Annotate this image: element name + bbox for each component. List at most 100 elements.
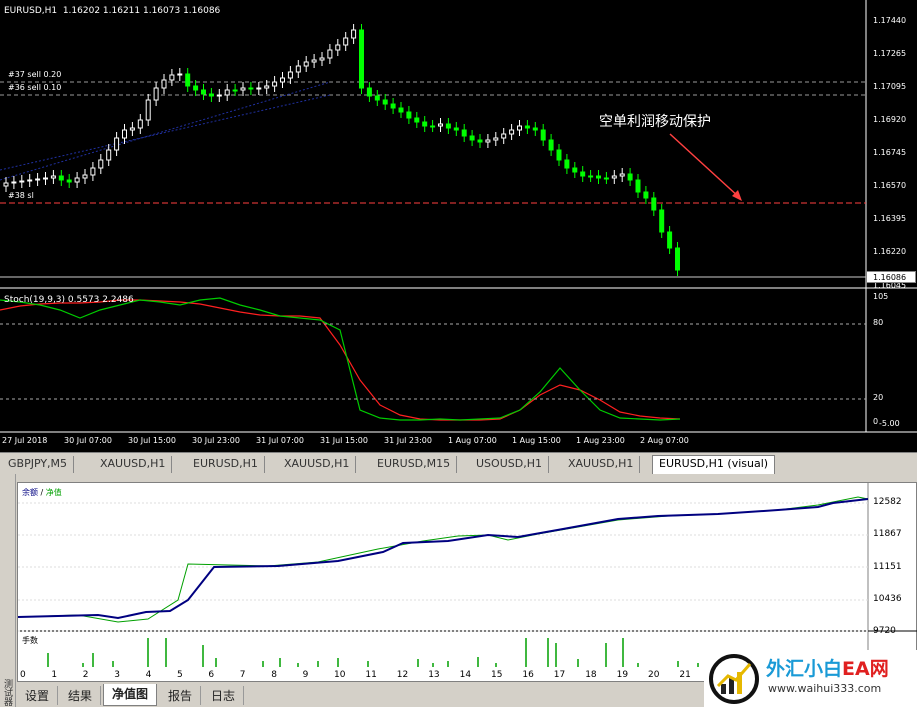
- equity-axis-label: 11151: [873, 562, 902, 572]
- chart-tab[interactable]: GBPJPY,M5: [2, 456, 75, 473]
- day-tick-label: 14: [459, 670, 472, 680]
- watermark-title: 外汇小白EA网: [766, 654, 889, 681]
- day-tick-label: 11: [365, 670, 377, 680]
- candle-body: [74, 177, 80, 183]
- stoch-main-line: [0, 297, 681, 421]
- time-axis-label: 31 Jul 15:00: [320, 436, 368, 445]
- equity-line: [18, 496, 869, 623]
- chart-tab[interactable]: EURUSD,M15: [371, 456, 458, 473]
- candle-body: [659, 209, 665, 233]
- candle-body: [303, 61, 309, 67]
- trade-link-line: [0, 94, 331, 171]
- candle-body: [240, 87, 246, 91]
- candle-body: [185, 73, 191, 87]
- candle-body: [532, 127, 538, 131]
- chart-tab-active[interactable]: EURUSD,H1 (visual): [652, 455, 776, 474]
- tab-settings[interactable]: 设置: [17, 686, 59, 705]
- day-tick-label: 21: [679, 670, 691, 680]
- candle-body: [501, 133, 507, 139]
- chart-tab[interactable]: XAUUSD,H1: [278, 456, 357, 473]
- candle-body: [66, 179, 72, 183]
- candle-body: [619, 173, 625, 177]
- candle-body: [137, 119, 143, 129]
- candle-body: [406, 111, 412, 119]
- candle-body: [319, 57, 325, 61]
- price-axis-label: 1.16395: [873, 214, 907, 223]
- candle-body: [627, 173, 633, 181]
- time-axis-label: 31 Jul 23:00: [384, 436, 432, 445]
- chart-tab[interactable]: XAUUSD,H1: [94, 456, 173, 473]
- chart-tab[interactable]: XAUUSD,H1: [562, 456, 641, 473]
- legend-separator: /: [38, 488, 46, 497]
- stoch-title: Stoch(19,9,3) 0.5573 2.2486: [4, 295, 134, 305]
- day-tick-label: 20: [648, 670, 660, 680]
- candle-body: [114, 137, 120, 151]
- day-tick-label: 6: [208, 670, 215, 680]
- price-chart-window[interactable]: EURUSD,H1 1.16202 1.16211 1.16073 1.1608…: [0, 0, 917, 452]
- stoch-level-label: 105: [873, 292, 889, 301]
- order-label-36: #36 sell 0.10: [8, 83, 62, 92]
- price-axis-label: 1.16220: [873, 247, 907, 256]
- candle-body: [82, 174, 88, 179]
- mt4-window: EURUSD,H1 1.16202 1.16211 1.16073 1.1608…: [0, 0, 917, 707]
- candle-body: [280, 77, 285, 83]
- candle-body: [264, 85, 270, 89]
- stoch-level-label: 80: [873, 318, 884, 327]
- candle-body: [232, 89, 238, 92]
- candle-body: [145, 99, 151, 121]
- candle-body: [177, 73, 183, 76]
- candle-body: [224, 89, 230, 96]
- candle-body: [327, 49, 333, 59]
- candle-body: [414, 117, 420, 123]
- volume-title: 手数: [22, 636, 38, 645]
- candle-body: [98, 159, 104, 169]
- candle-body: [161, 79, 167, 89]
- candle-body: [651, 197, 657, 211]
- watermark-title-cn: 外汇小白: [766, 658, 843, 680]
- tab-equity-graph[interactable]: 净值图: [103, 684, 158, 706]
- candle-body: [667, 231, 673, 249]
- price-axis-label: 1.16570: [873, 181, 907, 190]
- day-tick-label: 15: [491, 670, 503, 680]
- candle-body: [343, 37, 349, 46]
- tab-journal[interactable]: 日志: [203, 686, 245, 705]
- day-tick-label: 16: [522, 670, 534, 680]
- candle-body: [50, 175, 56, 179]
- candle-body: [153, 87, 159, 101]
- candle-body: [540, 129, 546, 141]
- day-tick-label: 2: [82, 670, 89, 680]
- day-tick-label: 8: [271, 670, 277, 680]
- candle-body: [675, 247, 680, 271]
- tab-report[interactable]: 报告: [160, 686, 202, 705]
- chart-tab[interactable]: EURUSD,H1: [187, 456, 265, 473]
- chart-tab[interactable]: USOUSD,H1: [470, 456, 549, 473]
- time-axis-label: 1 Aug 07:00: [448, 436, 497, 445]
- day-tick-label: 5: [177, 670, 183, 680]
- day-tick-label: 17: [553, 670, 566, 680]
- candle-body: [335, 44, 341, 51]
- candle-body: [509, 129, 515, 135]
- stoch-signal-line: [0, 299, 681, 421]
- legend-balance: 余额: [22, 488, 38, 497]
- tester-side-label: 测试器: [2, 679, 12, 706]
- equity-axis-label: 11867: [873, 529, 902, 539]
- candle-body: [438, 123, 443, 127]
- candle-body: [382, 99, 388, 105]
- watermark-url: www.waihui333.com: [768, 682, 882, 695]
- order-label-38-sl: #38 sl: [8, 191, 34, 200]
- stoch-level-label: 20: [873, 393, 884, 402]
- candle-body: [366, 87, 372, 97]
- equity-axis-label: 12582: [873, 497, 902, 507]
- chart-logo-icon: [709, 654, 759, 704]
- candle-body: [201, 89, 206, 95]
- price-axis-label: 1.17095: [873, 82, 907, 91]
- chart-annotation: 空单利润移动保护: [599, 114, 711, 130]
- candle-body: [556, 149, 562, 161]
- candle-body: [611, 175, 617, 179]
- equity-axis-label: 10436: [873, 594, 902, 604]
- day-tick-label: 9: [302, 670, 309, 680]
- day-tick-label: 19: [616, 670, 629, 680]
- chart-title: EURUSD,H1 1.16202 1.16211 1.16073 1.1608…: [4, 6, 221, 16]
- candle-body: [524, 125, 530, 129]
- tab-results[interactable]: 结果: [60, 686, 102, 705]
